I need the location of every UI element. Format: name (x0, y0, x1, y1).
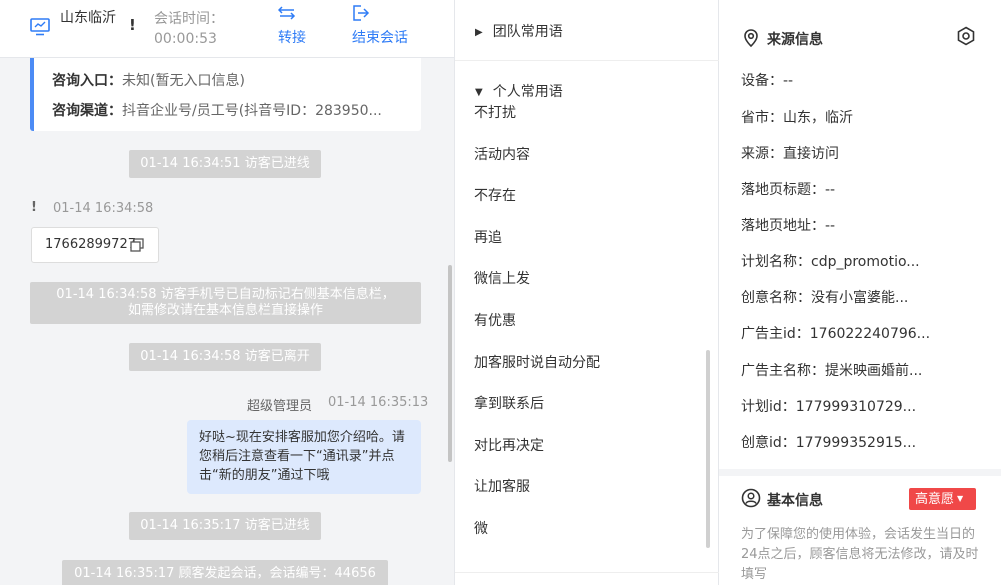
divider (455, 572, 719, 573)
section-separator (719, 469, 1001, 476)
chat-pane: 山东临沂 ! 会话时间： 00:00:53 转接 结束会话 咨询入口：未知(暂无… (0, 0, 455, 585)
source-field: 广告主id：176022240796... (741, 326, 931, 342)
edit-notice: 为了保障您的使用体验，会话发生当日的24点之后，顾客信息将无法修改，请及时填写 (741, 527, 979, 582)
system-message: 01-14 16:35:17 访客已进线 (129, 512, 321, 540)
location-pin-icon (744, 29, 758, 48)
chat-header: 山东临沂 ! 会话时间： 00:00:53 转接 结束会话 (0, 0, 454, 58)
source-field: 落地页地址：-- (741, 218, 836, 234)
session-time-value: 00:00:53 (154, 31, 217, 47)
warning-mark: ! (129, 16, 136, 34)
system-message-line: 01-14 16:34:58 访客手机号已自动标记右侧基本信息栏， (56, 287, 395, 302)
phrase-item[interactable]: 再追 (474, 227, 502, 247)
source-info-title: 来源信息 (767, 32, 823, 48)
system-message: 01-14 16:34:51 访客已进线 (129, 150, 321, 178)
phrase-item[interactable]: 对比再决定 (474, 435, 544, 455)
channel-row: 咨询渠道：抖音企业号/员工号(抖音号ID：283950... (52, 100, 382, 120)
end-session-button[interactable]: 结束会话 (352, 4, 408, 47)
source-field: 计划id：177999310729... (741, 399, 917, 415)
copy-icon[interactable] (130, 238, 144, 252)
source-field: 来源：直接访问 (741, 146, 839, 162)
visitor-name: 山东临沂 (60, 10, 116, 26)
agent-message-bubble: 好哒~现在安排客服加您介绍哈。请您稍后注意查看一下“通讯录”并点击“新的朋友”通… (187, 420, 421, 494)
system-message-line: 如需修改请在基本信息栏直接操作 (127, 303, 323, 318)
phrase-item[interactable]: 不打扰 (474, 102, 516, 122)
phrase-item[interactable]: 不存在 (474, 185, 516, 205)
phrase-item[interactable]: 活动内容 (474, 144, 530, 164)
phrases-scrollbar[interactable] (706, 350, 710, 548)
phrase-item[interactable]: 加客服时说自动分配 (474, 352, 600, 372)
system-message: 01-14 16:34:58 访客已离开 (129, 343, 321, 371)
source-field: 省市：山东，临沂 (741, 110, 853, 126)
settings-icon[interactable] (956, 26, 976, 46)
caret-down-icon: ▼ (957, 494, 964, 503)
source-field: 创意id：177999352915... (741, 435, 917, 451)
user-icon (741, 488, 761, 508)
visitor-warning: ! (31, 200, 37, 215)
visitor-message-time: 01-14 16:34:58 (53, 201, 154, 216)
source-field: 设备：-- (741, 73, 794, 89)
agent-name: 超级管理员 (247, 399, 313, 414)
divider (455, 60, 719, 61)
source-field: 落地页标题：-- (741, 182, 836, 198)
caret-down-icon: ▼ (475, 87, 483, 98)
intent-tag-dropdown[interactable]: 高意愿 ▼ (909, 488, 976, 510)
phrase-item[interactable]: 有优惠 (474, 310, 516, 330)
personal-phrases-label: 个人常用语 (492, 84, 563, 100)
phone-number: 17662899727 (45, 237, 136, 252)
exit-icon (353, 5, 370, 21)
phrase-item[interactable]: 让加客服 (474, 476, 530, 496)
monitor-icon (30, 18, 50, 36)
phrase-item[interactable]: 拿到联系后 (474, 393, 544, 413)
customer-info-pane: 来源信息 设备：-- 省市：山东，临沂 来源：直接访问 落地页标题：-- 落地页… (719, 0, 1001, 585)
team-phrases-label: 团队常用语 (492, 24, 563, 40)
entry-row: 咨询入口：未知(暂无入口信息) (52, 70, 245, 90)
caret-right-icon: ▶ (475, 27, 483, 38)
channel-label: 咨询渠道： (52, 103, 122, 119)
entry-value: 未知(暂无入口信息) (122, 73, 245, 89)
source-field: 广告主名称：提米映画婚前... (741, 363, 923, 379)
end-session-label: 结束会话 (352, 30, 408, 46)
source-field: 计划名称：cdp_promotio... (741, 254, 920, 270)
consult-info-card: 咨询入口：未知(暂无入口信息) 咨询渠道：抖音企业号/员工号(抖音号ID：283… (30, 58, 421, 131)
system-message: 01-14 16:34:58 访客手机号已自动标记右侧基本信息栏， 如需修改请在… (30, 282, 421, 324)
transfer-label: 转接 (278, 30, 306, 46)
transfer-button[interactable]: 转接 (278, 4, 306, 47)
entry-label: 咨询入口： (52, 73, 122, 89)
basic-info-title: 基本信息 (767, 493, 823, 509)
session-time-label: 会话时间： (154, 11, 224, 27)
phrase-item[interactable]: 微 (474, 518, 488, 538)
system-message: 01-14 16:35:17 顾客发起会话，会话编号：44656 (62, 560, 388, 585)
source-field: 创意名称：没有小富婆能... (741, 290, 909, 306)
chat-scrollbar[interactable] (448, 265, 452, 462)
transfer-icon (278, 6, 296, 20)
phrase-item[interactable]: 微信上发 (474, 268, 530, 288)
phrases-pane: ▶ 团队常用语 ▼ 个人常用语 不打扰 活动内容 不存在 再追 微信上发 有优惠 加… (455, 0, 719, 585)
visitor-phone-message: 17662899727 (31, 227, 159, 263)
agent-message-time: 01-14 16:35:13 (328, 395, 429, 410)
personal-phrases-group[interactable]: ▼ 个人常用语 (475, 81, 563, 101)
intent-tag-label: 高意愿 (915, 492, 955, 507)
team-phrases-group[interactable]: ▶ 团队常用语 (475, 21, 563, 41)
channel-value: 抖音企业号/员工号(抖音号ID：283950... (122, 103, 382, 119)
